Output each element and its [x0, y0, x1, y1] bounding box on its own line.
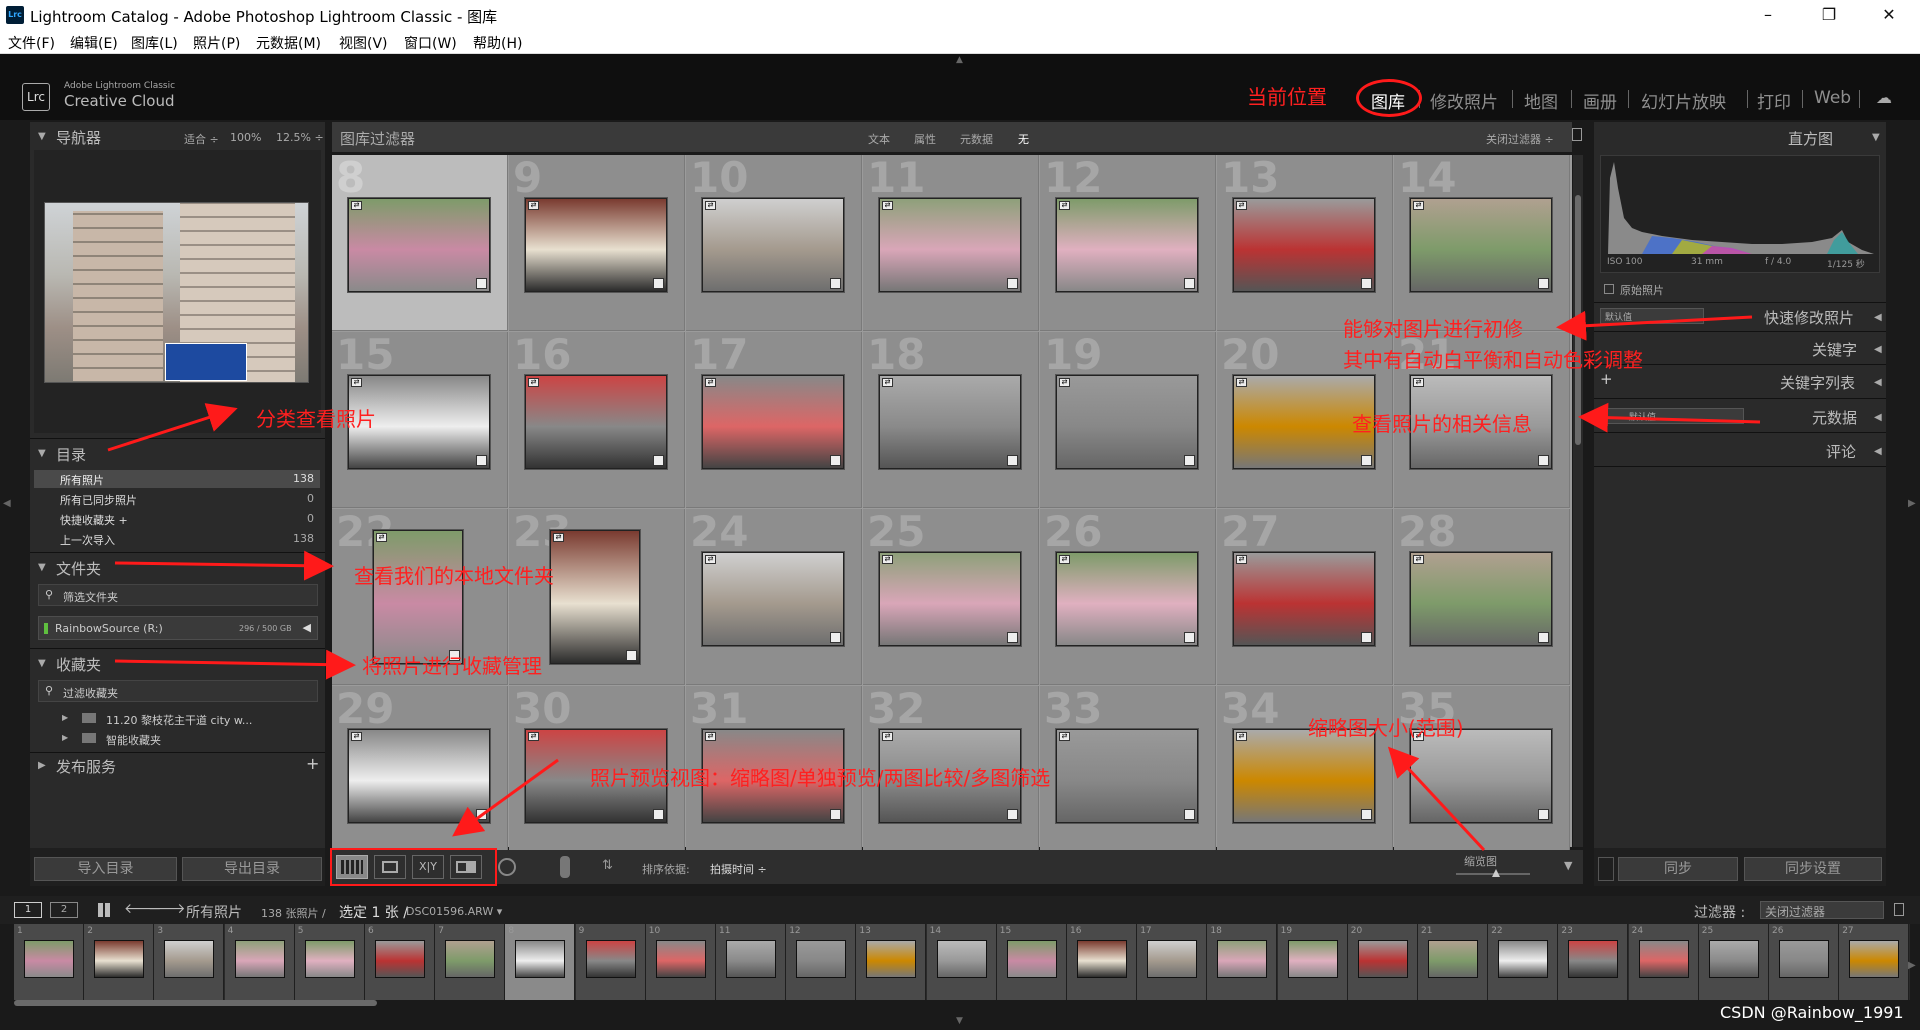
arrow-preview	[452, 758, 559, 837]
annotation-info: 查看照片的相关信息	[1352, 412, 1532, 436]
annotation-folders: 查看我们的本地文件夹	[354, 564, 554, 588]
arrow-quick	[1556, 310, 1753, 341]
annotation-preview: 照片预览视图：缩略图/单独预览/两图比较/多图筛选	[590, 766, 1051, 790]
annotation-location: 当前位置	[1247, 85, 1327, 109]
arrow-info	[1578, 402, 1761, 433]
annotation-classify: 分类查看照片	[256, 407, 376, 431]
arrow-collect	[114, 649, 356, 680]
annotation-quick-1: 能够对图片进行初修	[1343, 317, 1523, 341]
arrow-classify	[107, 403, 238, 452]
watermark: CSDN @Rainbow_1991	[1720, 1003, 1904, 1022]
annotation-quick-2: 其中有自动白平衡和自动色彩调整	[1343, 348, 1643, 372]
arrow-folders	[114, 550, 334, 581]
annotation-arrows	[107, 310, 1761, 852]
arrow-size	[1387, 746, 1486, 852]
annotation-collect: 将照片进行收藏管理	[362, 654, 542, 678]
annotation-size: 缩略图大小(范围)	[1308, 716, 1464, 740]
